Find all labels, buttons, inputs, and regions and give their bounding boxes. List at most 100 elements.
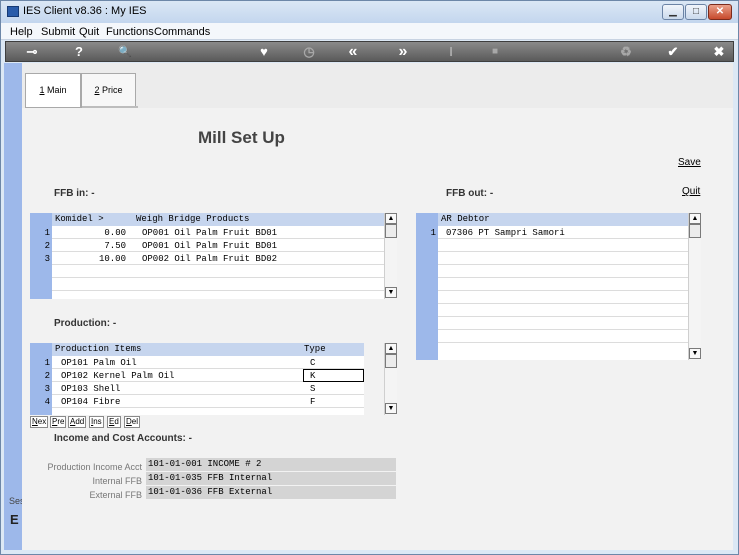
production-type[interactable]: K [310, 371, 315, 381]
close-window-button[interactable]: ✕ [708, 4, 732, 20]
ffb-out-grid[interactable]: AR Debtor 1 07306 PT Sampri Samori [416, 213, 688, 360]
production-item[interactable]: OP104 Fibre [61, 397, 120, 407]
ffb-in-header: Komidel > Weigh Bridge Products [52, 213, 384, 226]
header-komidel: Komidel > [55, 214, 104, 224]
insert-button[interactable]: Ins [89, 416, 104, 428]
heart-icon[interactable]: ♥ [255, 43, 273, 61]
production-type[interactable]: F [310, 397, 315, 407]
minimize-icon: ▁ [669, 6, 677, 17]
menu-quit[interactable]: Quit [79, 26, 99, 38]
ffb-in-product[interactable]: OP002 Oil Palm Fruit BD02 [142, 254, 277, 264]
clock-icon[interactable]: ◷ [300, 43, 318, 61]
ffb-in-komidel[interactable]: 0.00 [52, 228, 126, 238]
ffb-out-scrollbar[interactable]: ▲ ▼ [688, 213, 701, 360]
scroll-thumb[interactable] [385, 224, 397, 238]
tab-main-label: Main [44, 85, 67, 95]
text-cursor-icon[interactable]: I [442, 43, 460, 61]
menu-submit[interactable]: Submit [41, 26, 75, 38]
ffb-in-komidel[interactable]: 10.00 [52, 254, 126, 264]
ffb-out-header: AR Debtor [438, 213, 688, 226]
scroll-down-icon[interactable]: ▼ [689, 348, 701, 359]
header-production-items: Production Items [55, 344, 142, 354]
save-link[interactable]: Save [678, 157, 701, 168]
menu-functions[interactable]: Functions [106, 26, 154, 38]
row-number: 1 [44, 228, 50, 238]
tab-price[interactable]: 2 Price [81, 73, 136, 108]
ffb-out-label: FFB out: - [446, 188, 494, 199]
row-divider [52, 264, 384, 265]
row-divider [438, 316, 688, 317]
tab-main[interactable]: 1 Main [25, 73, 81, 108]
help-icon[interactable]: ? [70, 43, 88, 61]
row-number: 2 [44, 241, 50, 251]
add-button[interactable]: Add [68, 416, 87, 428]
next-button[interactable]: Nex [30, 416, 49, 428]
key-icon[interactable]: ⊸ [20, 43, 44, 61]
delete-button[interactable]: Del [124, 416, 141, 428]
row-divider [52, 407, 364, 408]
row-number: 1 [44, 358, 50, 368]
stop-icon[interactable]: ■ [486, 43, 504, 61]
scroll-down-icon[interactable]: ▼ [385, 403, 397, 414]
row-divider [52, 394, 364, 395]
app-icon [7, 6, 19, 17]
production-type[interactable]: C [310, 358, 315, 368]
minimize-button[interactable]: ▁ [662, 4, 684, 20]
ffb-in-scrollbar[interactable]: ▲ ▼ [384, 213, 397, 299]
production-item[interactable]: OP101 Palm Oil [61, 358, 137, 368]
tab-price-label: Price [99, 85, 123, 95]
menu-bar: Help Submit Quit Functions Commands [1, 23, 738, 40]
menu-commands[interactable]: Commands [154, 26, 210, 38]
row-divider [438, 238, 688, 239]
scroll-thumb[interactable] [689, 224, 701, 238]
header-type: Type [304, 344, 326, 354]
maximize-button[interactable]: □ [685, 4, 707, 20]
internal-ffb-field[interactable]: 101-01-035 FFB Internal [146, 472, 396, 485]
production-label: Production: - [54, 318, 117, 329]
tab-divider [82, 106, 138, 108]
row-number: 2 [44, 371, 50, 381]
scroll-up-icon[interactable]: ▲ [385, 343, 397, 354]
window-title: IES Client v8.36 : My IES [23, 5, 147, 17]
menu-help[interactable]: Help [10, 26, 33, 38]
rewind-icon[interactable]: « [344, 43, 362, 61]
production-income-acct-field[interactable]: 101-01-001 INCOME # 2 [146, 458, 396, 471]
row-divider [52, 290, 384, 291]
scroll-up-icon[interactable]: ▲ [385, 213, 397, 224]
search-icon[interactable]: 🔍 [116, 43, 134, 61]
ffb-out-debtor[interactable]: 07306 PT Sampri Samori [446, 228, 565, 238]
scroll-down-icon[interactable]: ▼ [385, 287, 397, 298]
row-divider [438, 290, 688, 291]
cancel-icon[interactable]: ✖ [710, 43, 728, 61]
scroll-thumb[interactable] [385, 354, 397, 368]
production-scrollbar[interactable]: ▲ ▼ [384, 343, 397, 415]
row-divider [438, 303, 688, 304]
row-number: 4 [44, 397, 50, 407]
ffb-in-product[interactable]: OP001 Oil Palm Fruit BD01 [142, 241, 277, 251]
quit-link[interactable]: Quit [682, 186, 700, 197]
row-divider [52, 251, 384, 252]
production-grid[interactable]: Production Items Type 1 OP101 Palm Oil C… [30, 343, 364, 415]
production-item[interactable]: OP102 Kernel Palm Oil [61, 371, 174, 381]
ffb-in-grid[interactable]: Komidel > Weigh Bridge Products 1 0.00 O… [30, 213, 384, 299]
production-item[interactable]: OP103 Shell [61, 384, 120, 394]
previous-button[interactable]: Pre [50, 416, 67, 428]
check-icon[interactable]: ✔ [664, 43, 682, 61]
edit-button[interactable]: Ed [107, 416, 121, 428]
insert-label: ns [93, 417, 102, 426]
session-marker: E [10, 512, 19, 527]
ffb-in-komidel[interactable]: 7.50 [52, 241, 126, 251]
recycle-icon[interactable]: ♻ [617, 43, 635, 61]
ffb-in-product[interactable]: OP001 Oil Palm Fruit BD01 [142, 228, 277, 238]
accounts-label: Income and Cost Accounts: - [54, 433, 192, 444]
fast-forward-icon[interactable]: » [394, 43, 412, 61]
production-type[interactable]: S [310, 384, 315, 394]
row-number: 3 [44, 384, 50, 394]
delete-label: el [131, 417, 139, 426]
row-divider [52, 277, 384, 278]
row-divider [52, 238, 384, 239]
edit-label: d [114, 417, 119, 426]
side-strip [4, 63, 22, 550]
external-ffb-field[interactable]: 101-01-036 FFB External [146, 486, 396, 499]
scroll-up-icon[interactable]: ▲ [689, 213, 701, 224]
